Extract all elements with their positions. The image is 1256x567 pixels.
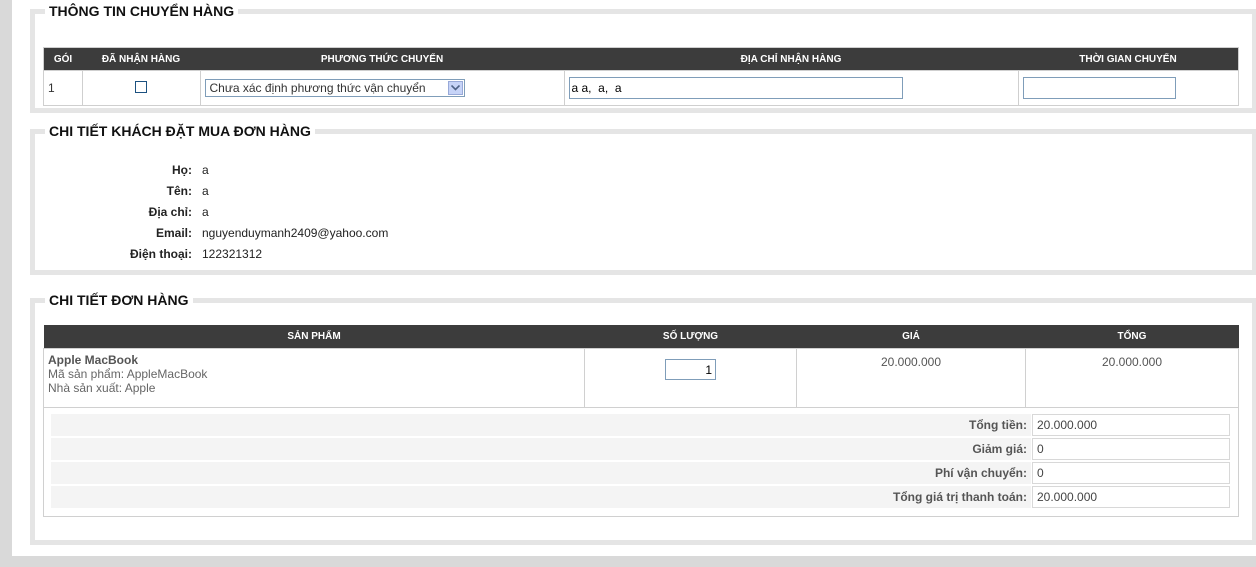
method-cell: Chưa xác định phương thức vận chuyển bbox=[199, 70, 565, 106]
shipping-info-section: THÔNG TIN CHUYỂN HÀNG GÓI ĐÃ NHẬN HÀNG P… bbox=[30, 3, 1256, 113]
delivery-address-input[interactable] bbox=[568, 77, 903, 99]
delivery-time-input[interactable] bbox=[1022, 77, 1176, 99]
order-detail-page: THÔNG TIN CHUYỂN HÀNG GÓI ĐÃ NHẬN HÀNG P… bbox=[12, 0, 1256, 556]
shipping-table-header: GÓI ĐÃ NHẬN HÀNG PHƯƠNG THỨC CHUYỂN ĐỊA … bbox=[43, 47, 1239, 71]
total-cell: 20.000.000 bbox=[1025, 348, 1239, 408]
summary-row-container: Tổng tiền: 20.000.000 Giảm giá: 0 Phí vậ… bbox=[43, 407, 1239, 517]
col-time: THỜI GIAN CHUYỂN bbox=[1018, 47, 1239, 71]
col-received: ĐÃ NHẬN HÀNG bbox=[82, 47, 200, 71]
package-number: 1 bbox=[43, 70, 83, 106]
quantity-input[interactable] bbox=[665, 359, 716, 380]
customer-last-name: Họ: a bbox=[172, 163, 209, 177]
received-checkbox[interactable] bbox=[135, 80, 147, 93]
col-total: TỔNG bbox=[1025, 325, 1239, 349]
product-name: Apple MacBook bbox=[48, 353, 139, 367]
customer-address: Địa chỉ: a bbox=[148, 205, 209, 219]
order-details-section: CHI TIẾT ĐƠN HÀNG SẢN PHẨM SỐ LƯỢNG GIÁ … bbox=[30, 292, 1256, 545]
quantity-cell bbox=[584, 348, 797, 408]
table-row: 1 Chưa xác định phương thức vận chuyển bbox=[43, 70, 1239, 106]
col-product: SẢN PHẨM bbox=[43, 325, 585, 349]
order-table-header: SẢN PHẨM SỐ LƯỢNG GIÁ TỔNG bbox=[43, 325, 1239, 349]
customer-details-title: CHI TIẾT KHÁCH ĐẶT MUA ĐƠN HÀNG bbox=[49, 123, 311, 139]
col-package: GÓI bbox=[43, 47, 82, 71]
product-cell: Apple MacBook Mã sản phẩm: AppleMacBook … bbox=[43, 348, 585, 408]
product-code: Mã sản phẩm: AppleMacBook bbox=[48, 367, 208, 381]
shipping-method-select[interactable]: Chưa xác định phương thức vận chuyển bbox=[204, 79, 465, 97]
customer-phone: Điện thoại: 122321312 bbox=[130, 247, 263, 261]
product-manufacturer: Nhà sản xuất: Apple bbox=[48, 381, 156, 395]
table-row: Apple MacBook Mã sản phẩm: AppleMacBook … bbox=[43, 348, 1239, 408]
customer-first-name: Tên: a bbox=[166, 184, 209, 198]
shipping-method-value: Chưa xác định phương thức vận chuyển bbox=[209, 81, 426, 95]
col-price: GIÁ bbox=[796, 325, 1026, 349]
summary-cell: Tổng tiền: 20.000.000 Giảm giá: 0 Phí vậ… bbox=[43, 407, 1239, 517]
shipping-table: GÓI ĐÃ NHẬN HÀNG PHƯƠNG THỨC CHUYỂN ĐỊA … bbox=[43, 47, 1239, 106]
order-summary: Tổng tiền: 20.000.000 Giảm giá: 0 Phí vậ… bbox=[51, 414, 1233, 514]
chevron-down-icon[interactable] bbox=[447, 81, 463, 95]
time-cell bbox=[1017, 70, 1239, 106]
price-cell: 20.000.000 bbox=[796, 348, 1026, 408]
order-details-title: CHI TIẾT ĐƠN HÀNG bbox=[49, 292, 189, 308]
received-cell bbox=[81, 70, 201, 106]
order-table: SẢN PHẨM SỐ LƯỢNG GIÁ TỔNG Apple MacBook… bbox=[43, 325, 1239, 517]
col-address: ĐỊA CHỈ NHẬN HÀNG bbox=[564, 47, 1018, 71]
shipping-info-title: THÔNG TIN CHUYỂN HÀNG bbox=[49, 3, 235, 19]
address-cell bbox=[563, 70, 1019, 106]
col-quantity: SỐ LƯỢNG bbox=[584, 325, 797, 349]
customer-email: Email: nguyenduymanh2409@yahoo.com bbox=[155, 226, 389, 240]
col-method: PHƯƠNG THỨC CHUYỂN bbox=[200, 47, 564, 71]
